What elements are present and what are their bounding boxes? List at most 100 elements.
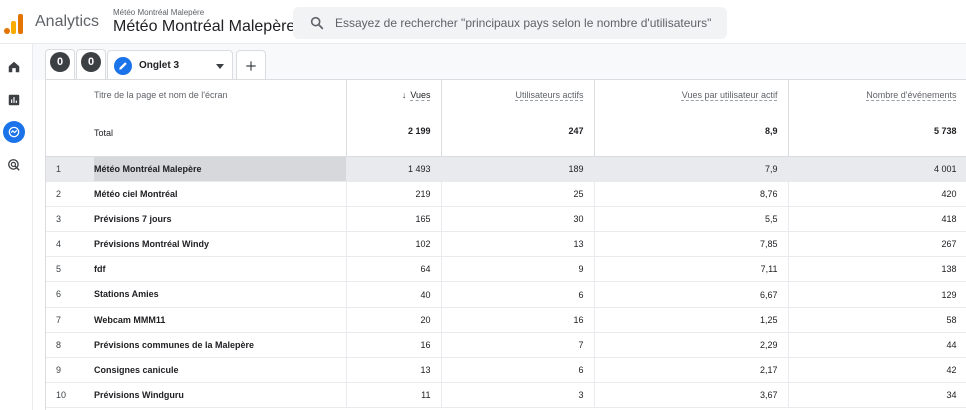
analytics-logo-icon[interactable] (4, 12, 24, 34)
evenements-cell: 267 (788, 231, 966, 258)
vues-par-utilisateur-cell: 2,17 (594, 357, 789, 384)
dimension-cell: 6 Stations Amies (46, 281, 347, 308)
account-name[interactable]: Météo Montréal Malepère (113, 8, 204, 17)
dimension-cell: 3 Prévisions 7 jours (46, 206, 347, 233)
page-title-cell[interactable]: Prévisions 7 jours (94, 207, 178, 231)
vues-cell: 13 (346, 357, 442, 384)
page-title-cell[interactable]: Webcam MMM11 (94, 308, 171, 332)
row-index: 2 (56, 188, 62, 199)
page-title-cell[interactable]: fdf (94, 257, 112, 281)
segment-badge-1[interactable]: 0 (50, 52, 70, 72)
utilisateurs-cell: 6 (441, 281, 595, 308)
property-selector[interactable]: Météo Montréal Malepère (113, 18, 295, 36)
page-title-cell[interactable]: Météo Montréal Malepère (94, 156, 346, 181)
table-row[interactable]: 2 Météo ciel Montréal 219 25 8,76 420 (46, 181, 966, 207)
row-index: 8 (56, 339, 62, 350)
vues-par-utilisateur-cell: 7,9 (594, 156, 789, 182)
chevron-down-icon[interactable] (216, 64, 224, 69)
vues-cell: 219 (346, 181, 442, 207)
vues-cell: 20 (346, 307, 442, 333)
total-utilisateurs: 247 (568, 126, 584, 136)
evenements-cell: 418 (788, 206, 966, 233)
tab-label: Onglet 3 (139, 60, 180, 71)
explore-icon[interactable] (3, 121, 25, 143)
vues-cell: 64 (346, 256, 442, 283)
page-title-cell[interactable]: Météo ciel Montréal (94, 182, 184, 206)
row-index: 4 (56, 239, 62, 250)
sort-desc-icon: ↓ (401, 90, 407, 100)
evenements-cell: 138 (788, 256, 966, 283)
vues-par-utilisateur-cell: 7,11 (594, 256, 789, 283)
vues-cell: 1 493 (346, 156, 442, 182)
table-row[interactable]: 7 Webcam MMM11 20 16 1,25 58 (46, 307, 966, 333)
search-bar[interactable]: Essayez de rechercher "principaux pays s… (293, 7, 727, 39)
vues-par-utilisateur-header[interactable]: Vues par utilisateur actif 8,9 (594, 80, 789, 157)
evenements-cell: 4 001 (788, 156, 966, 182)
dimension-cell: 4 Prévisions Montréal Windy (46, 231, 347, 258)
tab-onglet-3[interactable]: Onglet 3 (107, 50, 233, 80)
utilisateurs-cell: 13 (441, 231, 595, 258)
utilisateurs-cell: 9 (441, 256, 595, 283)
advertising-icon[interactable] (3, 154, 25, 176)
utilisateurs-cell: 3 (441, 382, 595, 409)
vues-par-utilisateur-cell: 7,85 (594, 231, 789, 258)
total-vues: 2 199 (407, 126, 431, 136)
plus-icon (246, 60, 256, 71)
home-icon[interactable] (3, 56, 25, 78)
reports-icon[interactable] (3, 89, 25, 111)
vues-header[interactable]: ↓ Vues 2 199 (346, 80, 442, 157)
table-row[interactable]: 10 Prévisions Windguru 11 3 3,67 34 (46, 382, 966, 409)
evenements-header[interactable]: Nombre d'événements 5 738 (788, 80, 966, 157)
dimension-cell: 10 Prévisions Windguru (46, 382, 347, 409)
search-icon (310, 16, 324, 30)
page-title-cell[interactable]: Prévisions Montréal Windy (94, 232, 215, 256)
dimension-header[interactable]: Titre de la page et nom de l'écran Total (46, 80, 347, 157)
left-nav-rail (0, 44, 33, 410)
evenements-cell: 420 (788, 181, 966, 207)
table-row[interactable]: 9 Consignes canicule 13 6 2,17 42 (46, 357, 966, 384)
utilisateurs-cell: 25 (441, 181, 595, 207)
vues-cell: 11 (346, 382, 442, 409)
utilisateurs-cell: 30 (441, 206, 595, 233)
segment-badge-2[interactable]: 0 (81, 52, 101, 72)
dimension-cell: 9 Consignes canicule (46, 357, 347, 384)
vues-cell: 165 (346, 206, 442, 233)
evenements-cell: 44 (788, 332, 966, 359)
table-row[interactable]: 5 fdf 64 9 7,11 138 (46, 256, 966, 283)
page-title-cell[interactable]: Consignes canicule (94, 358, 185, 382)
evenements-cell: 129 (788, 281, 966, 308)
row-index: 3 (56, 213, 62, 224)
utilisateurs-cell: 16 (441, 307, 595, 333)
row-index: 9 (56, 365, 62, 375)
table-row[interactable]: 1 Météo Montréal Malepère 1 493 189 7,9 4 001 (46, 156, 966, 182)
dimension-cell: 5 fdf (46, 256, 347, 283)
utilisateurs-cell: 6 (441, 357, 595, 384)
edit-pencil-icon (114, 57, 132, 75)
vues-cell: 102 (346, 231, 442, 258)
evenements-cell: 42 (788, 357, 966, 384)
row-index: 6 (56, 289, 62, 300)
dimension-cell: 7 Webcam MMM11 (46, 307, 347, 333)
total-label: Total (94, 128, 114, 138)
add-tab-button[interactable] (236, 50, 266, 80)
row-index: 10 (56, 390, 67, 401)
table-row[interactable]: 4 Prévisions Montréal Windy 102 13 7,85 267 (46, 231, 966, 258)
table-row[interactable]: 3 Prévisions 7 jours 165 30 5,5 418 (46, 206, 966, 233)
table-row[interactable]: 8 Prévisions communes de la Malepère 16 7 2,… (46, 332, 966, 359)
dimension-cell: 2 Météo ciel Montréal (46, 181, 347, 207)
utilisateurs-cell: 7 (441, 332, 595, 359)
vues-par-utilisateur-cell: 8,76 (594, 181, 789, 207)
row-index: 5 (56, 264, 62, 275)
evenements-cell: 58 (788, 307, 966, 333)
dimension-cell: 1 Météo Montréal Malepère (46, 156, 347, 182)
dimension-cell: 8 Prévisions communes de la Malepère (46, 332, 347, 359)
page-title-cell[interactable]: Prévisions Windguru (94, 383, 190, 407)
vues-cell: 16 (346, 332, 442, 359)
page-title-cell[interactable]: Stations Amies (94, 282, 165, 306)
search-input[interactable]: Essayez de rechercher "principaux pays s… (335, 16, 711, 30)
app-name: Analytics (35, 13, 100, 30)
utilisateurs-header[interactable]: Utilisateurs actifs 247 (441, 80, 595, 157)
page-title-cell[interactable]: Prévisions communes de la Malepère (94, 333, 260, 357)
table-row[interactable]: 6 Stations Amies 40 6 6,67 129 (46, 281, 966, 308)
row-index: 7 (56, 314, 62, 325)
